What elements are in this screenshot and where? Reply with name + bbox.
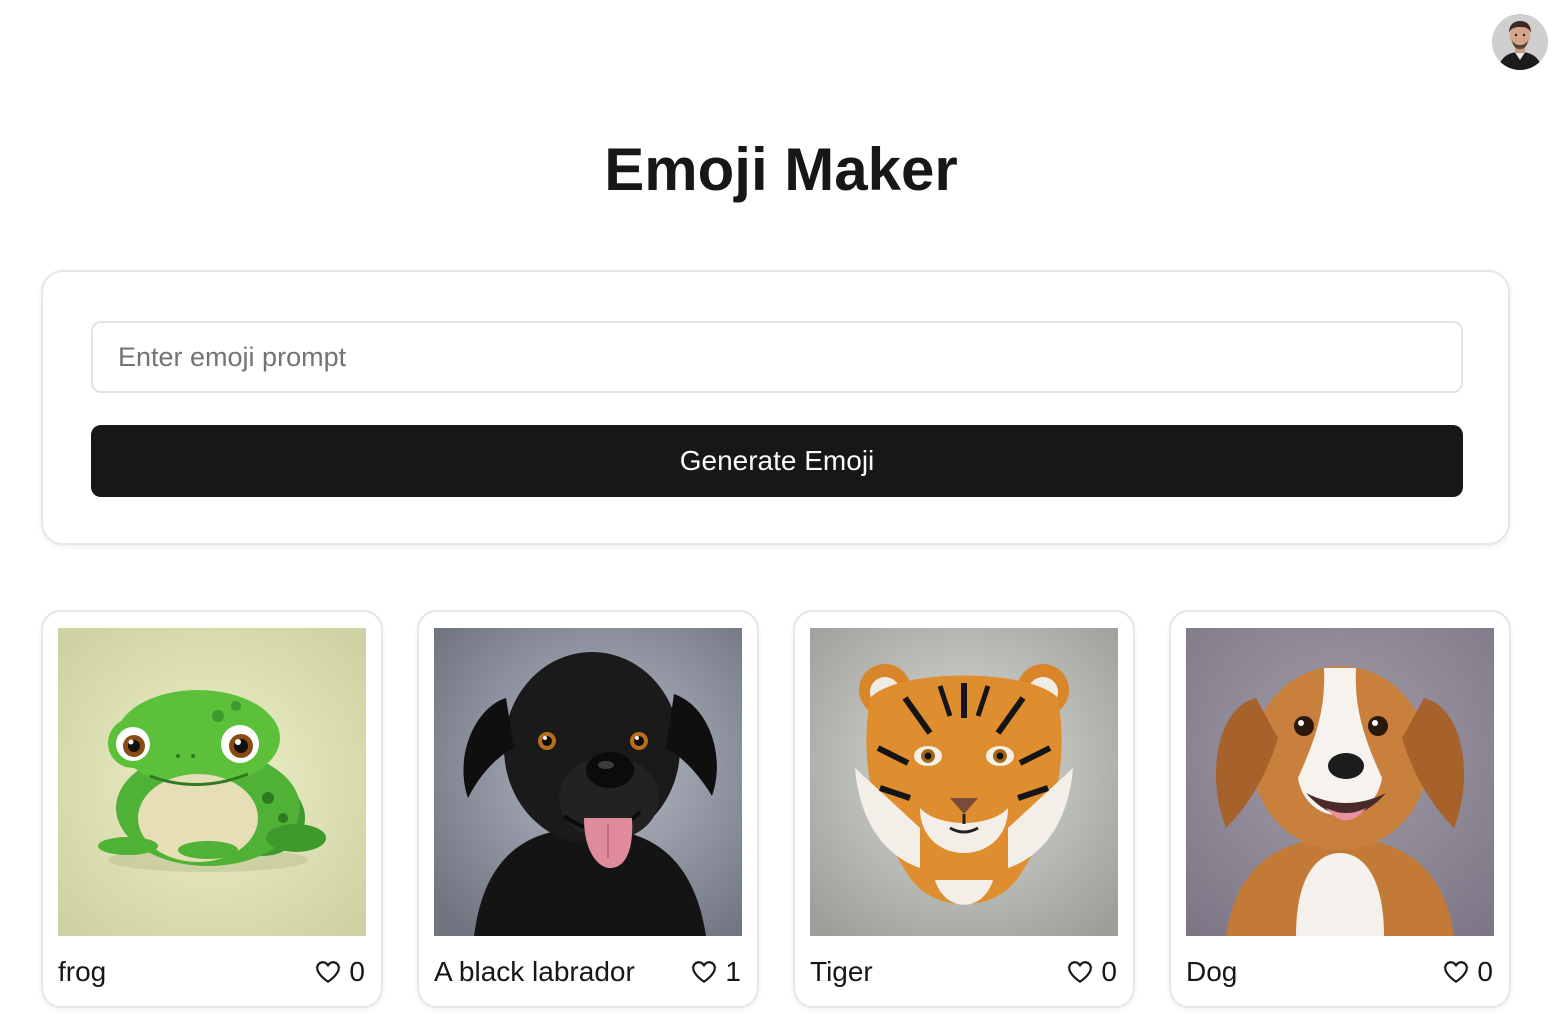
emoji-card: frog 0	[41, 610, 383, 1008]
emoji-card-label: frog	[58, 956, 107, 987]
dog-emoji-image	[1186, 628, 1494, 936]
like-button[interactable]: 0	[1067, 952, 1117, 992]
like-button[interactable]: 0	[315, 952, 365, 992]
generate-emoji-button[interactable]: Generate Emoji	[91, 425, 1463, 497]
like-count: 0	[349, 956, 365, 987]
emoji-card-label: A black labrador	[434, 956, 635, 987]
like-button[interactable]: 0	[1443, 952, 1493, 992]
emoji-form-card: Generate Emoji	[41, 270, 1510, 545]
emoji-card: Tiger 0	[793, 610, 1135, 1008]
emoji-maker-page: Emoji Maker Generate Emoji	[0, 0, 1562, 1032]
emoji-card-label: Dog	[1186, 956, 1238, 987]
heart-icon	[692, 961, 717, 983]
page-title: Emoji Maker	[604, 136, 958, 203]
emoji-card: Dog 0	[1169, 610, 1511, 1008]
heart-icon	[316, 961, 341, 983]
like-count: 0	[1477, 956, 1493, 987]
tiger-emoji-image	[810, 628, 1118, 936]
heart-icon	[1444, 961, 1469, 983]
black-labrador-emoji-image	[434, 628, 742, 936]
emoji-prompt-input[interactable]	[91, 321, 1463, 393]
emoji-card: A black labrador 1	[417, 610, 759, 1008]
heart-icon	[1068, 961, 1093, 983]
emoji-card-label: Tiger	[810, 956, 873, 987]
like-button[interactable]: 1	[691, 952, 741, 992]
frog-emoji-image	[58, 628, 366, 936]
like-count: 1	[725, 956, 741, 987]
user-avatar[interactable]	[1492, 14, 1548, 70]
like-count: 0	[1101, 956, 1117, 987]
